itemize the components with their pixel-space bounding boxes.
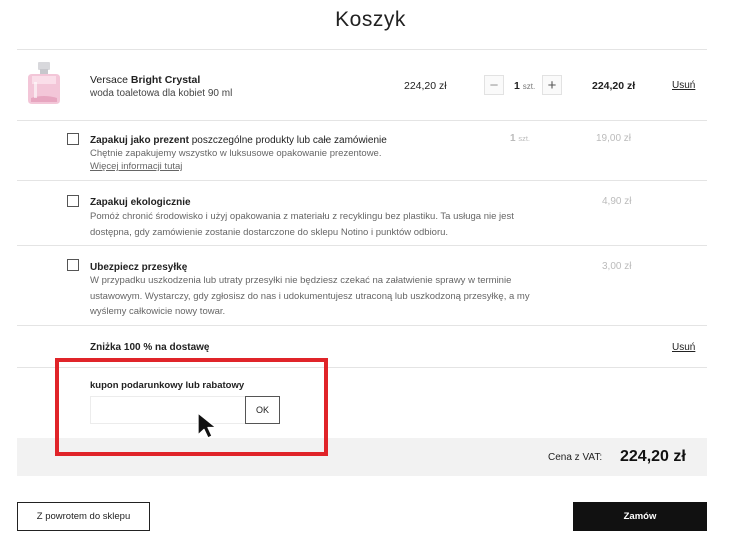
- quantity-increase-button[interactable]: +: [542, 75, 562, 95]
- product-title: Bright Crystal: [130, 74, 201, 86]
- gift-wrap-price: 19,00 zł: [596, 133, 632, 144]
- divider: [17, 180, 707, 181]
- vat-price-label: Cena z VAT:: [548, 452, 603, 463]
- shipping-insurance-desc-line2: ustawowym. Wystarczy, gdy zgłosisz do na…: [90, 290, 530, 302]
- product-description: woda toaletowa dla kobiet 90 ml: [90, 88, 233, 99]
- page-title: Koszyk: [335, 8, 406, 31]
- gift-wrap-checkbox[interactable]: [67, 133, 79, 145]
- gift-wrap-description: Chętnie zapakujemy wszystko w luksusowe …: [90, 148, 382, 159]
- divider: [17, 49, 707, 50]
- vat-price-total: 224,20 zł: [620, 448, 686, 465]
- mouse-cursor-icon: [195, 411, 225, 443]
- back-to-shop-button[interactable]: Z powrotem do sklepu: [17, 502, 150, 531]
- shipping-discount-label: Zniżka 100 % na dostawę: [90, 342, 210, 353]
- quantity-decrease-button[interactable]: −: [484, 75, 504, 95]
- eco-packaging-desc-line2: dostępna, gdy zamówienie zostanie dostar…: [90, 226, 449, 238]
- product-image[interactable]: [22, 60, 66, 106]
- divider: [17, 120, 707, 121]
- eco-packaging-desc-line1: Pomóż chronić środowisko i użyj opakowan…: [90, 211, 514, 222]
- shipping-insurance-title: Ubezpiecz przesyłkę: [90, 262, 188, 273]
- quantity-unit: szt.: [522, 82, 536, 91]
- product-name[interactable]: Versace Bright Crystal: [90, 74, 200, 86]
- eco-packaging-price: 4,90 zł: [602, 196, 632, 207]
- shipping-insurance-description: W przypadku uszkodzenia lub utraty przes…: [90, 273, 530, 320]
- shipping-insurance-checkbox[interactable]: [67, 259, 79, 271]
- order-button[interactable]: Zamów: [573, 502, 707, 531]
- gift-wrap-quantity: 1 szt.: [510, 133, 530, 144]
- eco-packaging-description: Pomóż chronić środowisko i użyj opakowan…: [90, 209, 514, 240]
- eco-packaging-checkbox[interactable]: [67, 195, 79, 207]
- product-brand: Versace: [90, 74, 128, 86]
- eco-packaging-title: Zapakuj ekologicznie: [90, 197, 191, 208]
- gift-wrap-more-info-link[interactable]: Więcej informacji tutaj: [90, 161, 182, 172]
- gift-wrap-title-rest: poszczególne produkty lub całe zamówieni…: [188, 135, 387, 146]
- product-unit-price: 224,20 zł: [404, 80, 447, 92]
- shipping-insurance-price: 3,00 zł: [602, 261, 632, 272]
- gift-wrap-quantity-unit: szt.: [518, 134, 531, 143]
- remove-product-link[interactable]: Usuń: [672, 80, 695, 91]
- highlight-box: [55, 358, 328, 456]
- shipping-insurance-desc-line3: wyślemy całkowicie nowy towar.: [90, 306, 226, 317]
- quantity-display: 1 szt.: [514, 80, 535, 92]
- gift-wrap-title-bold: Zapakuj jako prezent: [90, 135, 189, 146]
- divider: [17, 245, 707, 246]
- remove-discount-link[interactable]: Usuń: [672, 342, 695, 353]
- product-total-price: 224,20 zł: [592, 80, 636, 92]
- quantity-value: 1: [514, 80, 520, 92]
- gift-wrap-quantity-value: 1: [510, 133, 516, 144]
- gift-wrap-title: Zapakuj jako prezent poszczególne produk…: [90, 135, 387, 146]
- shipping-insurance-desc-line1: W przypadku uszkodzenia lub utraty przes…: [90, 275, 512, 286]
- divider: [17, 325, 707, 326]
